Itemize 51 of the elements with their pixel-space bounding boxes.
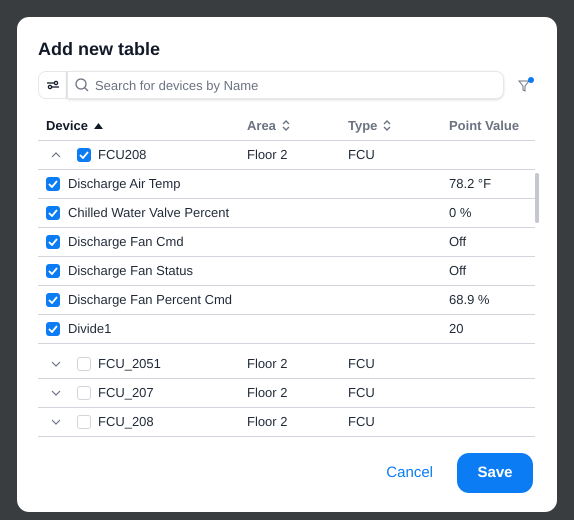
filter-icon (518, 80, 530, 92)
checkbox[interactable] (77, 148, 91, 162)
point-name: Divide1 (68, 320, 112, 338)
sliders-icon (46, 80, 58, 90)
search-icon (75, 78, 89, 92)
checkbox[interactable] (46, 264, 60, 278)
point-name: Discharge Fan Percent Cmd (68, 291, 232, 310)
device-name: FCU_208 (98, 413, 154, 432)
chevron-down-icon[interactable] (51, 419, 61, 425)
checkbox[interactable] (46, 235, 60, 249)
point-name: Chilled Water Valve Percent (68, 204, 230, 222)
point-value: Off (449, 262, 468, 280)
chevron-down-icon[interactable] (51, 361, 61, 367)
area-cell-text: Floor 2 (247, 355, 288, 374)
type-cell-text: FCU (348, 384, 376, 402)
checkbox[interactable] (77, 357, 91, 371)
search-field[interactable]: Search for devices by Name (67, 71, 504, 99)
checkbox[interactable] (46, 322, 60, 336)
point-name: Discharge Fan Cmd (68, 233, 184, 252)
point-name: Discharge Fan Status (68, 262, 194, 280)
checkbox[interactable] (77, 386, 91, 400)
type-cell-text: FCU (348, 413, 376, 432)
point-value: 78.2 °F (449, 175, 492, 194)
filter-button[interactable] (518, 77, 534, 93)
point-value: 68.9 % (449, 291, 490, 310)
point-value: Off (449, 233, 468, 252)
checkbox[interactable] (46, 206, 60, 220)
area-cell-text: Floor 2 (247, 146, 288, 164)
chevron-up-icon[interactable] (51, 152, 61, 158)
column-header[interactable]: Point Value (449, 116, 520, 136)
point-name: Discharge Air Temp (68, 175, 180, 194)
device-name: FCU_2051 (98, 355, 161, 374)
dialog-title: Add new table (38, 38, 162, 61)
column-header[interactable]: Area (247, 116, 276, 136)
area-cell-text: Floor 2 (247, 384, 288, 402)
device-name: FCU208 (98, 146, 146, 164)
type-cell-text: FCU (348, 355, 376, 374)
scrollbar-thumb[interactable] (535, 173, 539, 223)
device-name: FCU_207 (98, 384, 154, 402)
save-button[interactable]: Save (457, 453, 533, 493)
chevron-down-icon[interactable] (51, 390, 61, 396)
point-value: 0 % (449, 204, 472, 222)
checkbox[interactable] (77, 415, 91, 429)
point-value: 20 (449, 320, 464, 338)
checkbox[interactable] (46, 177, 60, 191)
cancel-button[interactable]: Cancel (382, 453, 437, 493)
area-cell-text: Floor 2 (247, 413, 288, 432)
checkbox[interactable] (46, 293, 60, 307)
type-cell-text: FCU (348, 146, 376, 164)
column-header[interactable]: Device (46, 116, 88, 136)
column-header[interactable]: Type (348, 116, 378, 136)
